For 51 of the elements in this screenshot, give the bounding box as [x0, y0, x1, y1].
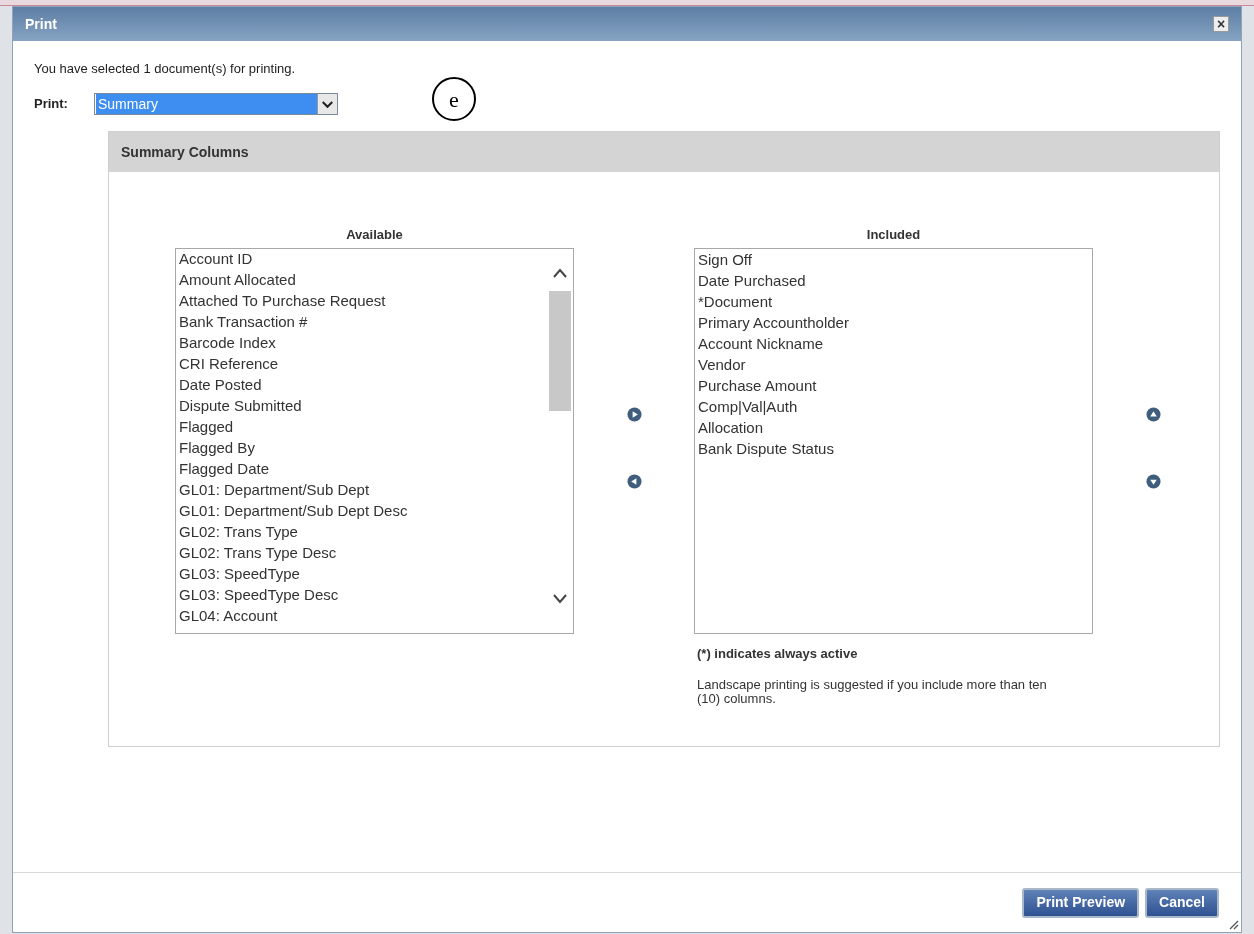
print-label: Print: [34, 95, 69, 114]
list-option[interactable]: GL03: SpeedType [179, 563, 547, 584]
available-list[interactable] [175, 248, 574, 634]
list-option[interactable]: Flagged Date [179, 458, 547, 479]
move-right-button[interactable] [626, 407, 642, 422]
column-heading: Available [345, 226, 404, 244]
scroll-up-icon[interactable] [552, 267, 568, 279]
list-option[interactable]: GL01: Department/Sub Dept [179, 479, 547, 500]
list-option[interactable]: CRI Reference [179, 353, 547, 374]
scrollbar-thumb[interactable] [549, 291, 571, 411]
move-up-button[interactable] [1145, 407, 1161, 422]
legend-note: (*) indicates always active [697, 645, 859, 663]
scroll-down-icon[interactable] [552, 593, 568, 605]
list-option[interactable]: *Document [698, 291, 1092, 312]
dropdown-caret-icon [317, 94, 337, 114]
move-left-button[interactable] [626, 474, 642, 489]
list-option[interactable]: Account Nickname [698, 333, 1092, 354]
callout-marker: e [432, 77, 476, 121]
list-option[interactable]: GL02: Trans Type [179, 521, 547, 542]
selection-message: You have selected 1 document(s) for printing. [34, 60, 297, 78]
list-option[interactable]: Primary Accountholder [698, 312, 1092, 333]
list-option[interactable]: Flagged By [179, 437, 547, 458]
list-option[interactable]: Vendor [698, 354, 1092, 375]
list-option[interactable]: Dispute Submitted [179, 395, 547, 416]
list-option[interactable]: GL02: Trans Type Desc [179, 542, 547, 563]
list-option[interactable]: Bank Dispute Status [698, 438, 1092, 459]
list-option[interactable]: Bank Transaction # [179, 311, 547, 332]
list-option[interactable]: Barcode Index [179, 332, 547, 353]
column-heading: Included [865, 226, 922, 244]
list-option[interactable]: Attached To Purchase Request [179, 290, 547, 311]
list-option[interactable]: GL01: Department/Sub Dept Desc [179, 500, 547, 521]
print-preview-button[interactable]: Print Preview [1022, 887, 1140, 918]
list-option[interactable]: GL04: Account [179, 605, 547, 626]
list-option[interactable]: Flagged [179, 416, 547, 437]
included-list[interactable]: Sign Off Date Purchased *Document Primary Accountholder Account Nickname Vendor Purchase Amount Comp|Val|Auth Allocation Bank Dispute Status [694, 248, 1093, 634]
cancel-button[interactable]: Cancel [1145, 887, 1219, 918]
move-down-button[interactable] [1145, 474, 1161, 489]
list-option[interactable]: Allocation [698, 417, 1092, 438]
resize-grip-icon[interactable] [1227, 918, 1239, 930]
list-option[interactable]: Purchase Amount [698, 375, 1092, 396]
list-option[interactable]: Date Purchased [698, 270, 1092, 291]
panel-title: Summary Columns [121, 142, 249, 162]
close-button[interactable]: × [1213, 16, 1229, 32]
landscape-hint: Landscape printing is suggested if you include more than ten (10) columns. [697, 677, 1048, 706]
window-title: Print [25, 14, 57, 34]
list-option[interactable]: Amount Allocated [179, 269, 547, 290]
list-option[interactable]: Comp|Val|Auth [698, 396, 1092, 417]
list-option[interactable]: Sign Off [698, 249, 1092, 270]
list-option[interactable]: GL03: SpeedType Desc [179, 584, 547, 605]
list-option[interactable]: Date Posted [179, 374, 547, 395]
list-option[interactable]: Account ID [179, 249, 547, 269]
